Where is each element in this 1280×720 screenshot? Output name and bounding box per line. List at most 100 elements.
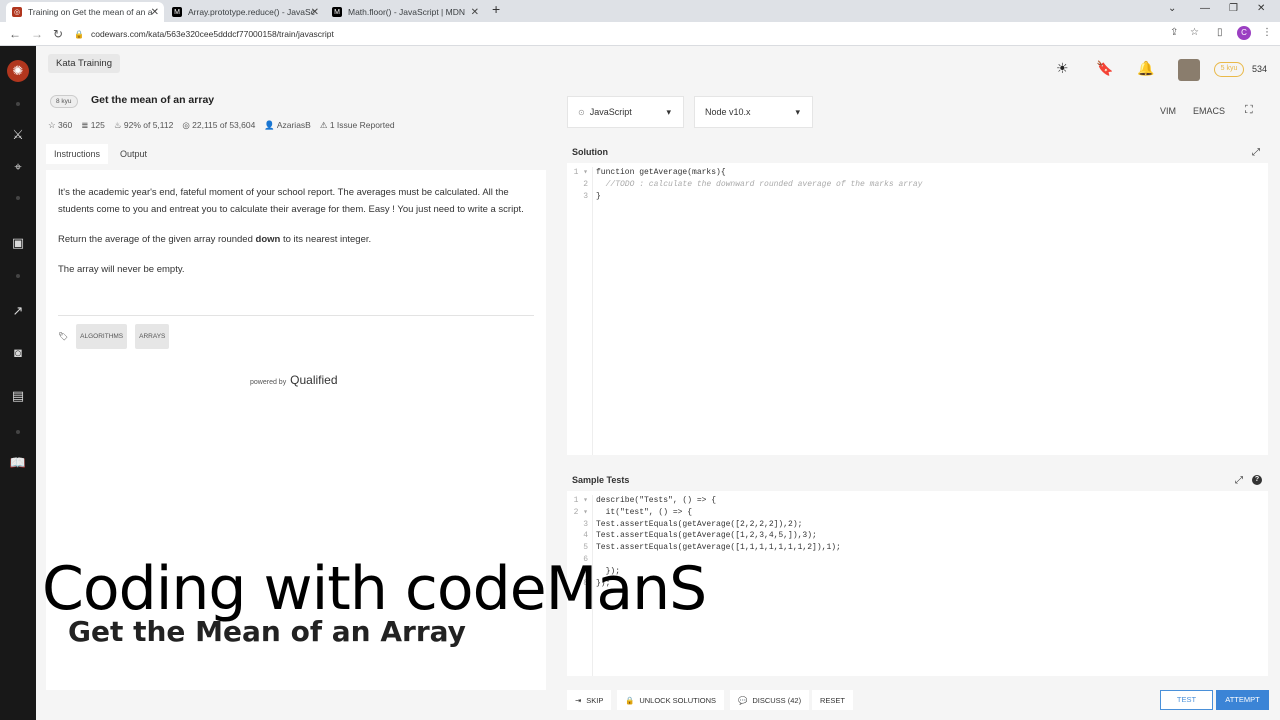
top-bar: Kata Training ☀ 🔖 🔔 5 kyu 534 <box>36 46 1280 90</box>
solution-editor[interactable]: 1 ▾ 2 3 function getAverage(marks){ //TODO… <box>567 167 1268 455</box>
chat-icon[interactable]: ▤ <box>9 387 27 405</box>
kyu-badge: 8 kyu <box>50 95 78 108</box>
description-paragraph: The array will never be empty. <box>58 264 185 275</box>
theme-sun-icon[interactable]: ☀ <box>1056 60 1069 77</box>
new-tab-icon[interactable]: + <box>492 1 500 17</box>
code-line: describe("Tests", () => { <box>596 496 717 505</box>
url-field[interactable]: 🔒 codewars.com/kata/563e320cee5dddcf7700… <box>74 25 1164 43</box>
discord-icon[interactable]: ◙ <box>9 344 27 362</box>
close-tab-icon[interactable]: ✕ <box>311 7 319 18</box>
stars-stat[interactable]: ☆ 360 <box>48 120 72 131</box>
app-sidebar: ✺ ⚔ ⌖ ▣ ↗ ◙ ▤ 📖 <box>0 46 36 720</box>
skip-icon: ⇥ <box>575 695 582 705</box>
user-avatar[interactable] <box>1178 59 1200 81</box>
tab-search-icon[interactable]: ⌄ <box>1168 3 1176 14</box>
sidebar-toggle-icon[interactable]: ▯ <box>1217 27 1223 38</box>
tab-instructions[interactable]: Instructions <box>46 144 109 164</box>
emacs-mode-button[interactable]: EMACS <box>1193 106 1225 116</box>
mdn-favicon-icon: M <box>332 7 342 17</box>
code-line: Test.assertEquals(getAverage([2,2,2,2]),… <box>596 519 803 529</box>
line-numbers: 1 ▾ 2 3 <box>567 167 593 455</box>
unlock-solutions-button[interactable]: 🔒 UNLOCK SOLUTIONS <box>617 690 725 710</box>
issues-stat[interactable]: ⚠ 1 Issue Reported <box>320 120 395 131</box>
train-icon[interactable]: ⚔ <box>9 126 27 144</box>
leaderboard-icon[interactable]: ↗ <box>9 302 27 320</box>
browser-tab[interactable]: M Math.floor() - JavaScript | MDN ✕ <box>326 2 484 22</box>
user-icon: 👤 <box>264 120 275 130</box>
language-select[interactable]: ⊙ JavaScript ▾ <box>567 96 684 128</box>
code-line: function getAverage(marks){ <box>596 168 726 177</box>
author-stat[interactable]: 👤 AzariasB <box>264 120 311 131</box>
reload-icon[interactable]: ↻ <box>53 27 63 41</box>
code-line: //TODO : calculate the downward rounded … <box>596 179 923 189</box>
separator-dot-icon <box>16 102 20 106</box>
code-line: Test.assertEquals(getAverage([1,1,1,1,1,… <box>596 543 841 553</box>
solution-title: Solution ⤢ <box>567 143 1268 163</box>
language-icon: ⊙ <box>578 107 585 117</box>
fullscreen-icon[interactable]: ⛶ <box>1245 104 1253 117</box>
star-icon: ☆ <box>48 120 56 130</box>
expand-icon[interactable]: ⤢ <box>1235 475 1243 486</box>
skip-button[interactable]: ⇥ SKIP <box>567 690 612 710</box>
help-icon[interactable]: ? <box>1252 475 1262 485</box>
lock-icon: 🔒 <box>74 29 84 39</box>
honor-score: 534 <box>1252 64 1268 74</box>
attempt-button[interactable]: ATTEMPT <box>1216 690 1269 710</box>
briefcase-icon[interactable]: ▣ <box>9 234 27 252</box>
browser-tab[interactable]: ◎ Training on Get the mean of an a ✕ <box>6 2 164 22</box>
tag-arrays[interactable]: ARRAYS <box>135 324 170 349</box>
runtime-select[interactable]: Node v10.x ▾ <box>694 96 813 128</box>
divider <box>58 315 534 316</box>
code-line: it("test", () => { <box>596 507 693 517</box>
votes-stat: ≣ 125 <box>81 120 105 130</box>
bookmark-icon[interactable]: 🔖 <box>1096 60 1113 77</box>
separator-dot-icon <box>16 274 20 278</box>
browser-tab[interactable]: M Array.prototype.reduce() - JavaSc ✕ <box>166 2 324 22</box>
bookmark-star-icon[interactable]: ☆ <box>1190 27 1199 38</box>
forward-icon[interactable]: → <box>31 27 43 41</box>
browser-tab-bar: ◎ Training on Get the mean of an a ✕ M A… <box>0 0 1280 22</box>
tag-algorithms[interactable]: ALGORITHMS <box>76 324 128 349</box>
overlay-subtitle: Get the Mean of an Array <box>68 615 466 648</box>
lock-icon: 🔒 <box>625 695 635 705</box>
share-icon[interactable]: ⇪ <box>1170 27 1178 38</box>
discuss-button[interactable]: 💬 DISCUSS (42) <box>730 690 810 710</box>
menu-dots-icon[interactable]: ⋮ <box>1262 27 1272 38</box>
close-tab-icon[interactable]: ✕ <box>471 7 479 18</box>
code-line: Test.assertEquals(getAverage([1,2,3,4,5,… <box>596 531 817 541</box>
sample-tests-title: Sample Tests ⤢? <box>567 471 1268 491</box>
tag-icon: 🏷 <box>58 332 69 341</box>
maximize-icon[interactable]: ❐ <box>1229 3 1238 14</box>
overlay-title: Coding with codeManS <box>42 554 707 624</box>
back-icon[interactable]: ← <box>9 27 21 41</box>
separator-dot-icon <box>16 196 20 200</box>
notifications-bell-icon[interactable]: 🔔 <box>1137 60 1154 77</box>
codewars-favicon-icon: ◎ <box>12 7 22 17</box>
test-button[interactable]: TEST <box>1160 690 1213 710</box>
rank-badge: 5 kyu <box>1214 62 1244 77</box>
chevron-down-icon: ▾ <box>666 106 671 117</box>
description-paragraph: It's the academic year's end, fateful mo… <box>58 187 524 215</box>
reset-button[interactable]: RESET <box>812 690 854 710</box>
practice-icon[interactable]: ⌖ <box>9 158 27 176</box>
chevron-down-icon: ▾ <box>795 106 800 117</box>
codewars-logo-icon[interactable]: ✺ <box>7 60 29 82</box>
tab-output[interactable]: Output <box>112 144 155 164</box>
address-bar: ← → ↻ 🔒 codewars.com/kata/563e320cee5ddd… <box>0 22 1280 46</box>
warning-icon: ⚠ <box>319 120 328 130</box>
kata-title: Get the mean of an array <box>91 94 215 106</box>
powered-by-qualified[interactable]: powered by Qualified <box>250 372 338 391</box>
solution-panel: Solution ⤢ 1 ▾ 2 3 function getAverage(mark… <box>567 143 1268 455</box>
vim-mode-button[interactable]: VIM <box>1160 106 1176 116</box>
expand-icon[interactable]: ⤢ <box>1252 147 1260 158</box>
completions-stat: ◎ 22,115 of 53,604 <box>182 120 256 130</box>
separator-dot-icon <box>16 430 20 434</box>
close-window-icon[interactable]: ✕ <box>1257 3 1265 14</box>
profile-avatar-icon[interactable]: C <box>1237 26 1251 40</box>
close-tab-icon[interactable]: ✕ <box>151 7 159 18</box>
minimize-icon[interactable]: — <box>1200 3 1210 14</box>
kata-stats: ☆ 360 ≣ 125 ♨ 92% of 5,112 ◎ 22,115 of 5… <box>48 120 395 131</box>
target-icon: ◎ <box>182 120 190 130</box>
docs-book-icon[interactable]: 📖 <box>9 454 27 472</box>
description-paragraph: Return the average of the given array ro… <box>58 234 372 245</box>
